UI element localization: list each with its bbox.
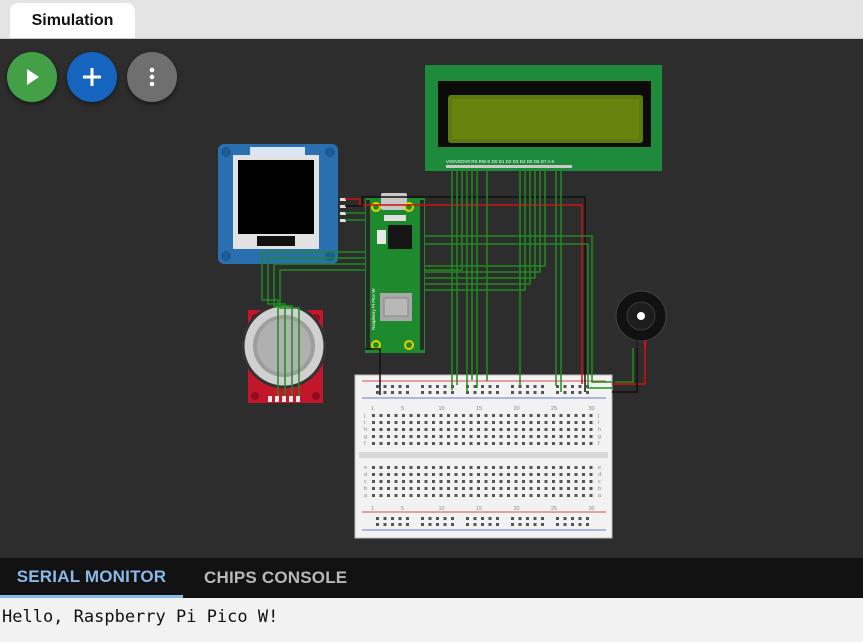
plus-icon — [83, 68, 101, 86]
breadboard-row-letter: b — [598, 486, 601, 492]
tab-bar: Simulation — [0, 0, 863, 39]
lcd-display[interactable]: VSSVDDV0 RS RW E D0 D1 D2 D3 D4 D5 D6 D7… — [425, 65, 662, 171]
breadboard-column-number: 15 — [476, 506, 482, 512]
breadboard-row-letter: e — [598, 465, 601, 471]
buzzer[interactable] — [615, 290, 667, 348]
more-vert-icon — [149, 67, 155, 87]
breadboard-column-number: 10 — [439, 506, 445, 512]
serial-output-text: Hello, Raspberry Pi Pico W! — [2, 607, 279, 627]
play-icon — [27, 69, 39, 85]
analog-joystick[interactable] — [241, 303, 327, 403]
breadboard-row-letter: i — [598, 420, 599, 426]
tab-simulation[interactable]: Simulation — [10, 3, 135, 38]
tab-chips-console[interactable]: CHIPS CONSOLE — [204, 558, 347, 598]
more-options-button[interactable] — [127, 52, 177, 102]
lcd-pins — [446, 165, 572, 168]
breadboard-row-letter: e — [364, 465, 367, 471]
breadboard-column-number: 30 — [589, 506, 595, 512]
breadboard-column-number: 30 — [589, 406, 595, 412]
breadboard[interactable]: 115510101515202025253030j ji ih hg gf fe ed dc c… — [354, 374, 613, 539]
breadboard-row-letter: c — [598, 479, 601, 485]
breadboard-row-letter: g — [598, 434, 601, 440]
breadboard-column-number: 20 — [514, 506, 520, 512]
breadboard-row-letter: c — [364, 479, 367, 485]
breadboard-row-letter: b — [364, 486, 367, 492]
breadboard-row-letter: h — [598, 427, 601, 433]
breadboard-column-number: 1 — [371, 506, 374, 512]
breadboard-column-number: 10 — [439, 406, 445, 412]
breadboard-column-number: 1 — [371, 406, 374, 412]
breadboard-row-letter: g — [364, 434, 367, 440]
bottom-panel-tabs: SERIAL MONITOR CHIPS CONSOLE — [0, 558, 863, 598]
breadboard-column-number: 25 — [551, 506, 557, 512]
add-part-button[interactable] — [67, 52, 117, 102]
breadboard-column-number: 20 — [514, 406, 520, 412]
lcd-pin-labels: VSSVDDV0 RS RW E D0 D1 D2 D3 D4 D5 D6 D7… — [446, 159, 554, 164]
breadboard-column-number: 15 — [476, 406, 482, 412]
tab-serial-monitor[interactable]: SERIAL MONITOR — [0, 558, 183, 598]
simulation-canvas[interactable]: VSSVDDV0 RS RW E D0 D1 D2 D3 D4 D5 D6 D7… — [0, 39, 863, 557]
circuit-diagram: VSSVDDV0 RS RW E D0 D1 D2 D3 D4 D5 D6 D7… — [218, 65, 667, 539]
breadboard-column-number: 5 — [401, 406, 404, 412]
breadboard-row-letter: i — [364, 420, 365, 426]
breadboard-row-letter: j — [597, 413, 599, 419]
breadboard-row-letter: h — [364, 427, 367, 433]
breadboard-row-letter: d — [364, 472, 367, 478]
pico-silkscreen-label: Raspberry Pi Pico W — [371, 288, 376, 330]
breadboard-row-letter: j — [363, 413, 365, 419]
breadboard-column-number: 25 — [551, 406, 557, 412]
serial-monitor-output[interactable]: Hello, Raspberry Pi Pico W! — [0, 598, 863, 642]
run-simulation-button[interactable] — [7, 52, 57, 102]
breadboard-column-number: 5 — [401, 506, 404, 512]
raspberry-pi-pico-w[interactable]: Raspberry Pi Pico W — [365, 193, 425, 353]
oled-display[interactable] — [218, 144, 346, 264]
breadboard-row-letter: d — [598, 472, 601, 478]
